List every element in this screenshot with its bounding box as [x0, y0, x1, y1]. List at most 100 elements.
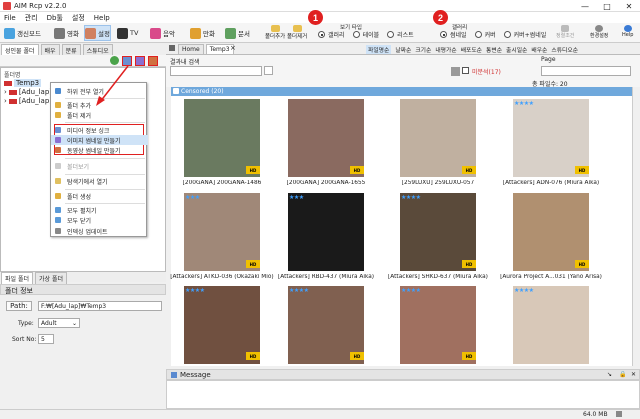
caption-1: [200GANA] 200GANA-1486	[182, 180, 262, 186]
type-select[interactable]: Adult ⌄	[38, 318, 80, 328]
menu-manage[interactable]: 관리	[25, 13, 38, 23]
music-button[interactable]: 음악	[150, 25, 175, 41]
open-icon	[55, 88, 61, 94]
refresh-mode-button[interactable]: 갱신모드	[4, 25, 41, 41]
tab-virtual-folder[interactable]: 가상 폴더	[35, 272, 67, 284]
menu-view-folder: 볼더보기	[51, 161, 148, 171]
minimize-panel-icon[interactable]: ↘	[607, 371, 612, 378]
menu-open-explorer[interactable]: 탐색기에서 열기	[51, 176, 148, 186]
sort-condition-button[interactable]: 정렬조건	[556, 25, 574, 41]
adult-button[interactable]: 설정	[84, 25, 111, 41]
close-button[interactable]: ✕	[618, 0, 640, 12]
tree-item-temp3[interactable]: Temp3	[4, 79, 42, 87]
document-icon	[225, 27, 236, 39]
collapse-group-icon[interactable]	[173, 88, 179, 94]
menu-media-sync[interactable]: 미디어 정보 싱크	[51, 125, 148, 135]
hd-badge: HD	[575, 166, 589, 174]
comic-button[interactable]: 만화	[190, 25, 215, 41]
comic-icon	[190, 27, 201, 39]
group-header[interactable]: Censored (20)	[171, 87, 632, 96]
folder-info-header: 폴더 정보	[0, 284, 166, 295]
add-folder-button[interactable]: 폴더추가	[265, 25, 285, 41]
gallery-scrollbar[interactable]	[632, 87, 640, 366]
view-gallery-radio[interactable]	[318, 31, 325, 38]
document-button[interactable]: 문서	[225, 25, 250, 41]
tab-home[interactable]: Home	[178, 44, 204, 54]
menu-remove-folder[interactable]: 폴더 제거	[51, 110, 148, 120]
left-bottom-tabs: 파일 폴더 가상 폴더	[0, 272, 166, 284]
menu-settings[interactable]: 설정	[72, 13, 85, 23]
caption-7: [Attackers] SHKD-637 (Miura Aika)	[388, 274, 488, 280]
image-thumbnail-icon	[55, 137, 61, 143]
folder-remove-icon	[55, 112, 61, 118]
rating-stars: ★★★	[185, 194, 200, 201]
sort-tab-studio[interactable]: 스튜디오순	[551, 45, 578, 54]
view-list-radio[interactable]	[387, 31, 395, 38]
tree-item-adu-lap-1[interactable]: › [Adu_lap]	[4, 88, 52, 96]
video-thumbnail-icon[interactable]	[148, 56, 158, 66]
folder-icon	[4, 80, 12, 86]
hd-badge: HD	[462, 352, 476, 360]
folder-remove-icon	[292, 25, 302, 32]
page-select[interactable]	[541, 66, 631, 76]
path-button[interactable]: Path:	[6, 301, 32, 311]
sort-tab-rating[interactable]: 내평가순	[435, 45, 456, 54]
tab-file-folder[interactable]: 파일 폴더	[1, 272, 33, 284]
help-button[interactable]: Help	[622, 25, 633, 41]
lock-icon[interactable]: 🔒	[619, 371, 626, 378]
menu-image-thumbnail[interactable]: 이미지 썸네일 만들기	[51, 135, 148, 145]
movie-button[interactable]: 영화	[54, 25, 79, 41]
thumbnail-6[interactable]	[288, 193, 364, 271]
sort-tab-actor[interactable]: 배우순	[531, 45, 547, 54]
menu-create-folder[interactable]: 폴더 생성	[51, 191, 148, 201]
unseen-checkbox[interactable]	[462, 67, 469, 74]
gallery-cover-radio[interactable]	[474, 31, 482, 38]
explorer-icon	[55, 178, 61, 184]
gear-icon	[595, 25, 604, 32]
minimize-button[interactable]: —	[574, 0, 596, 12]
sort-tab-size[interactable]: 크기순	[415, 45, 431, 54]
memory-usage: 64.0 MB	[583, 411, 608, 418]
menu-expand-all[interactable]: 모두 펼치기	[51, 205, 148, 215]
expand-icon[interactable]: ›	[4, 88, 7, 96]
menu-video-thumbnail[interactable]: 동영상 썸네일 만들기	[51, 145, 148, 155]
sort-tab-series[interactable]: 통변순	[486, 45, 502, 54]
gallery-thumbnail-radio[interactable]	[440, 31, 447, 38]
remove-folder-button[interactable]: 폴더제거	[287, 25, 307, 41]
status-bar: 64.0 MB	[0, 409, 640, 419]
folder-list-header: 폴더명	[4, 72, 21, 79]
expand-icon[interactable]: ›	[4, 97, 7, 105]
close-panel-icon[interactable]: ✕	[631, 371, 636, 378]
folder-icon	[8, 89, 17, 95]
menu-dbtool[interactable]: Db툴	[47, 13, 63, 23]
collapse-icon	[55, 217, 61, 223]
hd-badge: HD	[246, 352, 260, 360]
menu-file[interactable]: File	[4, 14, 16, 22]
rating-stars: ★★★★	[289, 287, 309, 294]
memory-icon	[616, 411, 622, 417]
sort-no-select[interactable]: 5	[38, 334, 54, 344]
gallery-cover-thumb-radio[interactable]	[503, 31, 511, 38]
thumbnail-12[interactable]	[513, 286, 589, 364]
tv-button[interactable]: TV	[117, 25, 138, 41]
path-field[interactable]: F:₩[Adu_lap]₩Temp3	[38, 301, 162, 311]
tree-item-adu-lap-2[interactable]: › [Adu_lap]	[4, 97, 52, 105]
sort-tab-date[interactable]: 날짜순	[395, 45, 411, 54]
help-icon	[623, 25, 632, 32]
close-tab-icon[interactable]: ×	[230, 44, 236, 52]
maximize-button[interactable]: □	[596, 0, 618, 12]
sort-tab-release[interactable]: 출시일순	[506, 45, 527, 54]
sort-tab-filename[interactable]: 파일명순	[366, 44, 392, 54]
menu-help[interactable]: Help	[94, 14, 110, 22]
view-table-radio[interactable]	[352, 31, 360, 38]
menu-update-index[interactable]: 인덱싱 업데이트	[51, 226, 148, 236]
menu-collapse-all[interactable]: 모두 닫기	[51, 215, 148, 225]
sort-tab-distribution[interactable]: 배포도순	[461, 45, 482, 54]
search-icon[interactable]	[264, 66, 273, 75]
settings-button[interactable]: 환경설정	[590, 25, 608, 41]
search-input[interactable]	[170, 66, 262, 76]
pin-icon[interactable]	[169, 45, 175, 51]
rating-stars: ★★★★	[514, 100, 534, 107]
image-thumbnail-icon[interactable]	[135, 56, 145, 66]
callout-1: 1	[308, 10, 323, 25]
